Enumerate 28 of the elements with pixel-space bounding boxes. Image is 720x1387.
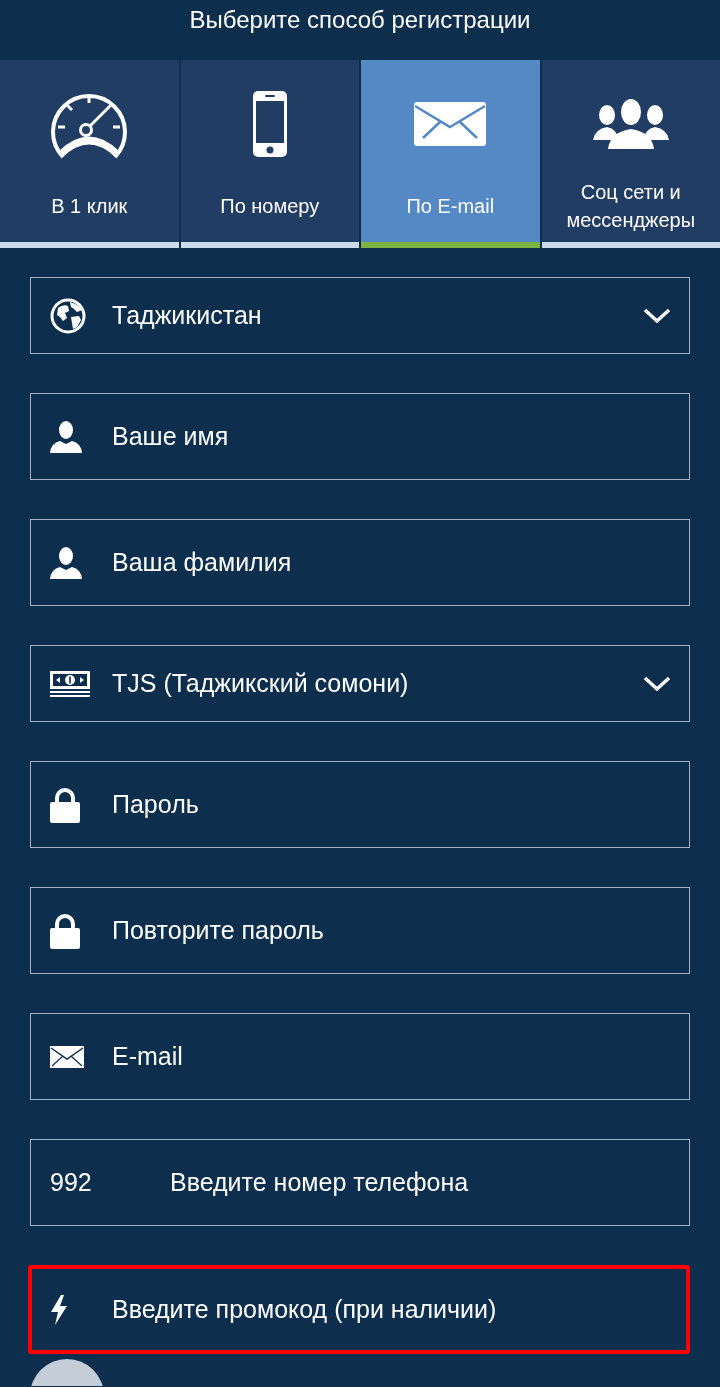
banknote-icon [50, 670, 90, 697]
name-field[interactable]: Ваша фамилия [30, 519, 690, 606]
person-icon [50, 420, 82, 453]
registration-tab[interactable]: Соц сети и мессенджеры [541, 60, 720, 248]
password-field[interactable]: Пароль [30, 761, 690, 848]
envelope-icon [50, 1045, 84, 1068]
currency-select[interactable]: TJS (Таджикский сомони) [30, 645, 690, 722]
lock-icon [50, 786, 80, 823]
country-select[interactable]: Таджикистан [30, 277, 690, 354]
page-title: Выберите способ регистрации [189, 5, 531, 35]
country-code: 992 [50, 1167, 92, 1198]
globe-icon [50, 297, 86, 334]
chevron-down-icon [643, 675, 671, 692]
lock-icon [50, 912, 80, 949]
people-group-icon [592, 99, 669, 149]
person-icon [50, 546, 82, 579]
name-field[interactable]: Ваше имя [30, 393, 690, 480]
password-field[interactable]: Повторите пароль [30, 887, 690, 974]
promo-code-field[interactable]: Введите промокод (при наличии) [28, 1265, 690, 1354]
registration-tab[interactable]: По номеру [180, 60, 359, 248]
smartphone-icon [252, 91, 287, 157]
registration-tab[interactable]: В 1 клик [0, 60, 179, 248]
round-button[interactable] [30, 1359, 104, 1386]
envelope-icon [414, 102, 487, 146]
chevron-down-icon [643, 307, 671, 324]
lightning-icon [50, 1294, 68, 1325]
email-field[interactable]: E-mail [30, 1013, 690, 1100]
registration-tab[interactable]: По E-mail [361, 60, 540, 248]
